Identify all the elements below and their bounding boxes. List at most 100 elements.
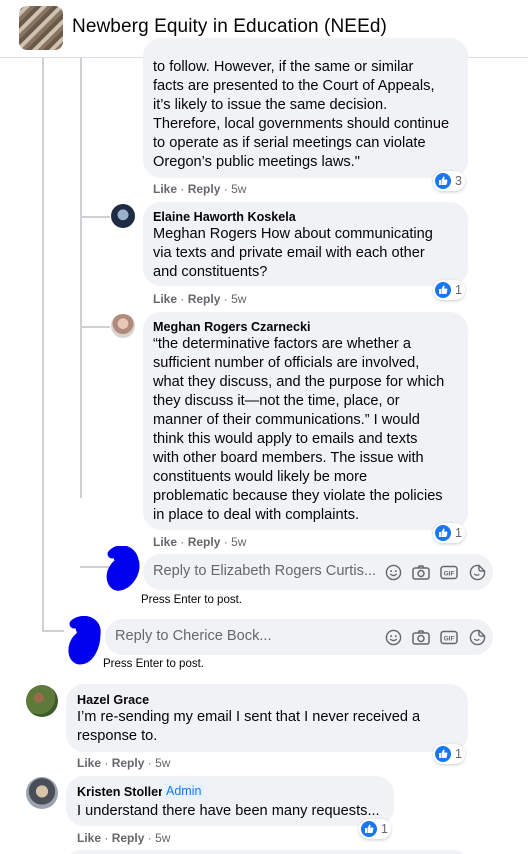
reaction-count[interactable]: 1 <box>433 744 465 764</box>
comment-line: they discuss it—not the time, place, or <box>153 393 400 409</box>
reply-button[interactable]: Reply <box>112 756 145 770</box>
like-button[interactable]: Like <box>77 831 101 845</box>
comment-actions: Like · Reply · 5w <box>77 831 170 845</box>
comment-bubble <box>66 850 468 854</box>
comment-actions: Like · Reply · 5w <box>153 182 246 196</box>
comment-actions: Like · Reply · 5w <box>77 756 170 770</box>
comment-feed: to follow. However, if the same or simil… <box>0 38 528 854</box>
separator: · <box>180 292 185 306</box>
comment-actions: Like · Reply · 5w <box>153 292 246 306</box>
comment-line: manner of their communications.” I would <box>153 412 420 428</box>
separator: · <box>147 756 152 770</box>
avatar[interactable] <box>111 314 135 338</box>
camera-icon[interactable] <box>412 563 430 581</box>
reaction-number: 1 <box>381 822 388 836</box>
press-enter-hint: Press Enter to post. <box>103 658 204 670</box>
emoji-icon[interactable] <box>384 628 402 646</box>
reply-button[interactable]: Reply <box>188 535 221 549</box>
reaction-count[interactable]: 1 <box>359 819 391 839</box>
comment-line: to follow. However, if the same or simil… <box>153 59 414 75</box>
comment-line: in place to deal with complaints. <box>153 507 360 523</box>
separator: · <box>104 831 109 845</box>
thread-line <box>80 216 110 218</box>
like-button[interactable]: Like <box>153 182 177 196</box>
reply-placeholder: Reply to Cherice Bock... <box>115 628 272 644</box>
redaction-scribble <box>68 616 101 665</box>
sticker-icon[interactable] <box>468 563 486 581</box>
svg-text:GIF: GIF <box>444 635 455 642</box>
comment-line: problematic because they violate the pol… <box>153 488 443 504</box>
thread-line <box>42 58 44 632</box>
gif-icon[interactable]: GIF <box>440 563 458 581</box>
avatar[interactable] <box>26 685 58 717</box>
like-reaction-icon <box>435 282 451 298</box>
reaction-number: 1 <box>455 283 462 297</box>
comment-line: what they discuss, and the purpose for w… <box>153 374 445 390</box>
group-avatar[interactable] <box>19 6 63 50</box>
like-button[interactable]: Like <box>77 756 101 770</box>
reply-button[interactable]: Reply <box>188 182 221 196</box>
comment-author[interactable]: Kristen Stoller <box>77 785 163 799</box>
timestamp[interactable]: 5w <box>155 831 170 845</box>
comment-line: via texts and private email with each ot… <box>153 245 425 261</box>
like-reaction-icon <box>435 746 451 762</box>
comment-author[interactable]: Hazel Grace <box>77 693 149 707</box>
timestamp[interactable]: 5w <box>155 756 170 770</box>
like-button[interactable]: Like <box>153 292 177 306</box>
comment-line: think this would apply to emails and tex… <box>153 431 418 447</box>
comment-text: I understand there have been many reques… <box>77 802 392 821</box>
reaction-count[interactable]: 3 <box>433 171 465 191</box>
reply-button[interactable]: Reply <box>112 831 145 845</box>
press-enter-hint: Press Enter to post. <box>141 594 242 606</box>
reaction-count[interactable]: 1 <box>433 523 465 543</box>
comment-author[interactable]: Elaine Haworth Koskela <box>153 210 296 224</box>
separator: · <box>104 756 109 770</box>
comment-line: facts are presented to the Court of Appe… <box>153 78 435 94</box>
comment-text: “the determinative factors are whether a… <box>153 335 463 525</box>
comment-text: Meghan Rogers How about communicating vi… <box>153 225 463 282</box>
thread-line <box>80 58 82 498</box>
timestamp[interactable]: 5w <box>231 182 246 196</box>
separator: · <box>180 182 185 196</box>
comment-author[interactable]: Meghan Rogers Czarnecki <box>153 320 310 334</box>
timestamp[interactable]: 5w <box>231 292 246 306</box>
camera-icon[interactable] <box>412 628 430 646</box>
separator: · <box>147 831 152 845</box>
admin-badge: Admin <box>162 783 206 799</box>
avatar[interactable] <box>111 204 135 228</box>
reply-input[interactable]: Reply to Cherice Bock... GIF <box>105 619 493 655</box>
avatar[interactable] <box>26 777 58 809</box>
comment-text: I’m re-sending my email I sent that I ne… <box>77 708 467 746</box>
comment-text: to follow. However, if the same or simil… <box>153 58 463 172</box>
like-reaction-icon <box>361 821 377 837</box>
gif-icon[interactable]: GIF <box>440 628 458 646</box>
reaction-count[interactable]: 1 <box>433 280 465 300</box>
reply-placeholder: Reply to Elizabeth Rogers Curtis... <box>153 563 377 579</box>
emoji-icon[interactable] <box>384 563 402 581</box>
thread-line <box>42 630 64 632</box>
reaction-number: 1 <box>455 747 462 761</box>
comment-actions: Like · Reply · 5w <box>153 535 246 549</box>
comment-line: Meghan Rogers How about communicating <box>153 226 433 242</box>
comment-line: response to. <box>77 728 158 744</box>
reaction-number: 3 <box>455 174 462 188</box>
comment-line: to operate as if serial meetings can vio… <box>153 135 426 151</box>
comment-line: I understand there have been many reques… <box>77 803 380 819</box>
separator: · <box>223 292 228 306</box>
separator: · <box>223 182 228 196</box>
comment-line: it’s likely to issue the same decision. <box>153 97 388 113</box>
comment-line: constituents would likely be more <box>153 469 368 485</box>
redaction-scribble <box>106 546 140 591</box>
separator: · <box>180 535 185 549</box>
reply-button[interactable]: Reply <box>188 292 221 306</box>
like-reaction-icon <box>435 525 451 541</box>
sticker-icon[interactable] <box>468 628 486 646</box>
reply-input[interactable]: Reply to Elizabeth Rogers Curtis... GIF <box>143 554 493 590</box>
reaction-number: 1 <box>455 526 462 540</box>
timestamp[interactable]: 5w <box>231 535 246 549</box>
comment-line: “the determinative factors are whether a <box>153 336 411 352</box>
group-title[interactable]: Newberg Equity in Education (NEEd) <box>72 16 387 38</box>
like-button[interactable]: Like <box>153 535 177 549</box>
comment-line: Therefore, local governments should cont… <box>153 116 450 132</box>
comment-line: Oregon’s public meetings laws." <box>153 154 360 170</box>
